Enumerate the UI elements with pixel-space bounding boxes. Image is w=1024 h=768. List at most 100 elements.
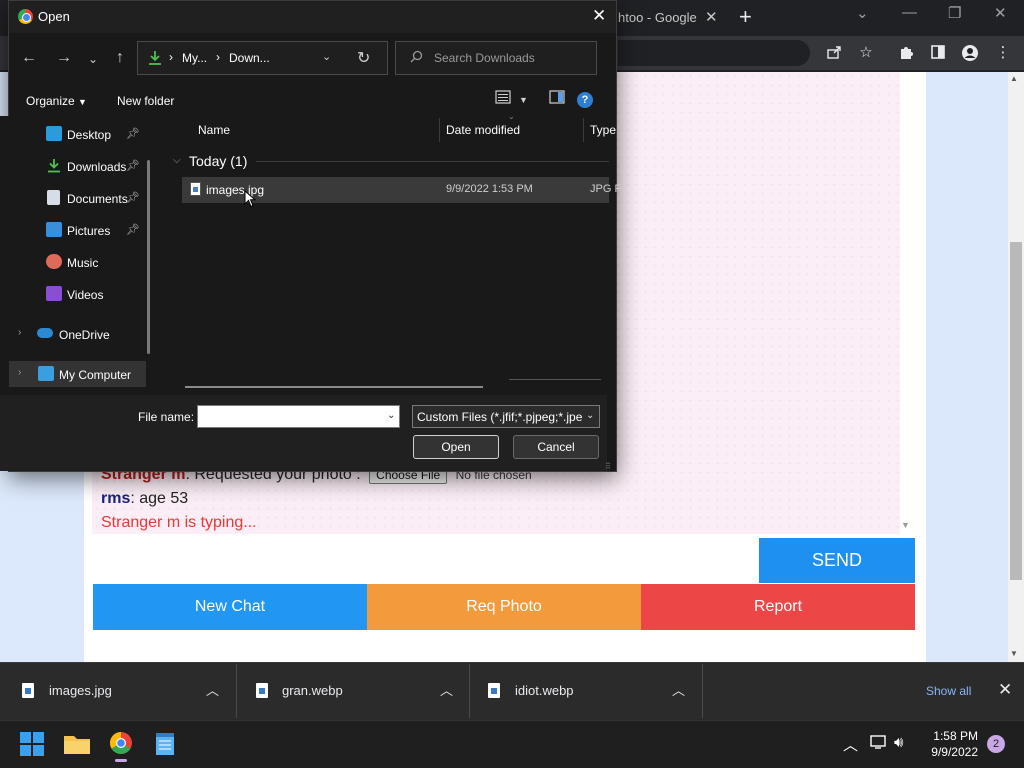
- nav-item-pictures[interactable]: Pictures 📌︎: [0, 217, 150, 243]
- resize-grip-icon[interactable]: ⠿: [605, 462, 611, 471]
- pin-icon: 📌︎: [126, 224, 140, 236]
- view-options-icon[interactable]: [495, 90, 511, 107]
- profile-icon[interactable]: [961, 44, 979, 62]
- message-input[interactable]: [92, 538, 758, 582]
- share-icon[interactable]: [825, 44, 843, 62]
- file-type-select[interactable]: Custom Files (*.jfif;*.pjpeg;*.jpe ⌄: [412, 405, 600, 428]
- music-icon: [46, 254, 62, 269]
- download-item[interactable]: images.jpg ︿: [0, 664, 237, 718]
- breadcrumb-item[interactable]: Down...: [229, 51, 270, 65]
- download-file-name: idiot.webp: [515, 683, 574, 698]
- scroll-up-icon[interactable]: ▲: [1010, 74, 1018, 83]
- browser-tab-title[interactable]: htoo - Google: [618, 10, 697, 25]
- chevron-down-icon[interactable]: ⌵: [173, 155, 181, 166]
- file-icon: [22, 683, 34, 698]
- restore-icon[interactable]: ❐: [948, 4, 961, 22]
- download-item[interactable]: gran.webp ︿: [237, 664, 470, 718]
- volume-icon[interactable]: 🔊︎: [894, 734, 903, 751]
- nav-item-my-computer[interactable]: › My Computer: [9, 361, 146, 387]
- menu-icon[interactable]: ⋮: [994, 44, 1012, 62]
- file-type: JPG F: [590, 183, 622, 195]
- chevron-down-icon[interactable]: ⌄: [387, 410, 395, 421]
- group-header[interactable]: Today (1): [189, 153, 247, 169]
- column-header-date[interactable]: Date modified: [446, 123, 520, 137]
- notepad-icon[interactable]: [145, 724, 185, 764]
- download-item[interactable]: idiot.webp ︿: [470, 664, 703, 718]
- breadcrumb-separator-icon: ›: [216, 50, 220, 64]
- chevron-up-icon[interactable]: ︿: [672, 680, 685, 699]
- download-bar-close-icon[interactable]: ✕: [998, 680, 1012, 700]
- videos-icon: [46, 286, 62, 301]
- horizontal-scrollbar-thumb[interactable]: [185, 386, 483, 388]
- breadcrumb-bar[interactable]: › My... › Down... ⌄ ↻: [137, 41, 388, 75]
- help-icon[interactable]: ?: [577, 92, 593, 108]
- chevron-right-icon[interactable]: ›: [18, 327, 21, 338]
- nav-item-videos[interactable]: Videos: [0, 281, 150, 307]
- chat-sender-name: rms: [101, 490, 131, 507]
- column-divider[interactable]: [439, 118, 440, 142]
- column-header-name[interactable]: Name: [198, 123, 230, 137]
- nav-item-desktop[interactable]: Desktop 📌︎: [0, 121, 150, 147]
- close-icon[interactable]: ✕: [592, 6, 606, 26]
- nav-item-downloads[interactable]: Downloads 📌︎: [0, 153, 150, 179]
- chat-message-age: rms: age 53: [101, 490, 188, 508]
- network-icon[interactable]: [870, 734, 888, 754]
- back-arrow-icon[interactable]: ←: [21, 49, 37, 67]
- chevron-down-icon[interactable]: ▼: [519, 95, 528, 105]
- preview-pane-icon[interactable]: [549, 90, 565, 107]
- recent-locations-icon[interactable]: ⌄: [88, 52, 98, 66]
- scroll-down-icon[interactable]: ▼: [1010, 649, 1018, 658]
- new-tab-icon[interactable]: +: [739, 4, 752, 30]
- file-explorer-icon[interactable]: [57, 724, 97, 764]
- open-button[interactable]: Open: [413, 435, 499, 459]
- organize-label: Organize: [26, 94, 75, 108]
- page-scrollbar-thumb[interactable]: [1010, 242, 1022, 580]
- refresh-icon[interactable]: ↻: [357, 48, 370, 68]
- chat-scroll-down-icon[interactable]: ▼: [901, 520, 910, 530]
- req-photo-button[interactable]: Req Photo: [367, 584, 641, 630]
- sidebar-icon[interactable]: [929, 44, 947, 62]
- start-button[interactable]: [12, 724, 52, 764]
- nav-pane-scrollbar[interactable]: [147, 160, 150, 354]
- address-bar[interactable]: [618, 40, 810, 66]
- report-button[interactable]: Report: [641, 584, 915, 630]
- forward-arrow-icon[interactable]: →: [56, 49, 72, 67]
- nav-item-documents[interactable]: Documents 📌︎: [0, 185, 150, 211]
- puzzle-icon[interactable]: [897, 44, 915, 62]
- nav-item-music[interactable]: Music: [0, 249, 150, 275]
- tab-close-icon[interactable]: ✕: [705, 8, 718, 26]
- minimize-icon[interactable]: —: [902, 4, 917, 21]
- chevron-up-icon[interactable]: ︿: [206, 680, 219, 699]
- new-folder-button[interactable]: New folder: [117, 94, 174, 108]
- download-icon: [148, 50, 162, 66]
- column-header-type[interactable]: Type: [590, 123, 616, 137]
- chevron-down-icon: ▼: [78, 97, 87, 107]
- show-all-link[interactable]: Show all: [926, 684, 971, 698]
- search-box[interactable]: [395, 41, 597, 75]
- send-button[interactable]: SEND: [759, 538, 915, 583]
- breadcrumb-item[interactable]: My...: [182, 51, 207, 65]
- organize-menu[interactable]: Organize ▼: [26, 94, 87, 108]
- dialog-title-bar[interactable]: Open ✕: [9, 1, 616, 33]
- window-close-icon[interactable]: ✕: [994, 4, 1007, 22]
- file-name-input[interactable]: [197, 405, 400, 428]
- image-file-icon: [190, 182, 201, 196]
- nav-item-label: Videos: [67, 288, 104, 302]
- chevron-down-icon[interactable]: ⌄: [322, 50, 331, 63]
- cancel-button[interactable]: Cancel: [513, 435, 599, 459]
- nav-item-label: Desktop: [67, 128, 112, 142]
- star-icon[interactable]: ☆: [857, 44, 875, 62]
- chrome-taskbar-icon[interactable]: [101, 724, 141, 764]
- typing-indicator: Stranger m is typing...: [101, 514, 257, 531]
- column-divider[interactable]: [583, 118, 584, 142]
- up-arrow-icon[interactable]: ↑: [116, 49, 124, 67]
- tab-search-icon[interactable]: ⌄: [856, 4, 869, 22]
- taskbar-clock[interactable]: 1:58 PM 9/9/2022: [924, 728, 978, 760]
- search-input[interactable]: [434, 51, 584, 65]
- chevron-right-icon[interactable]: ›: [18, 367, 21, 378]
- nav-item-onedrive[interactable]: › OneDrive: [0, 321, 150, 347]
- new-chat-button[interactable]: New Chat: [93, 584, 367, 630]
- chevron-up-icon[interactable]: ︿: [440, 680, 453, 699]
- notification-badge[interactable]: 2: [987, 735, 1005, 753]
- chevron-up-icon[interactable]: ︿: [843, 734, 858, 755]
